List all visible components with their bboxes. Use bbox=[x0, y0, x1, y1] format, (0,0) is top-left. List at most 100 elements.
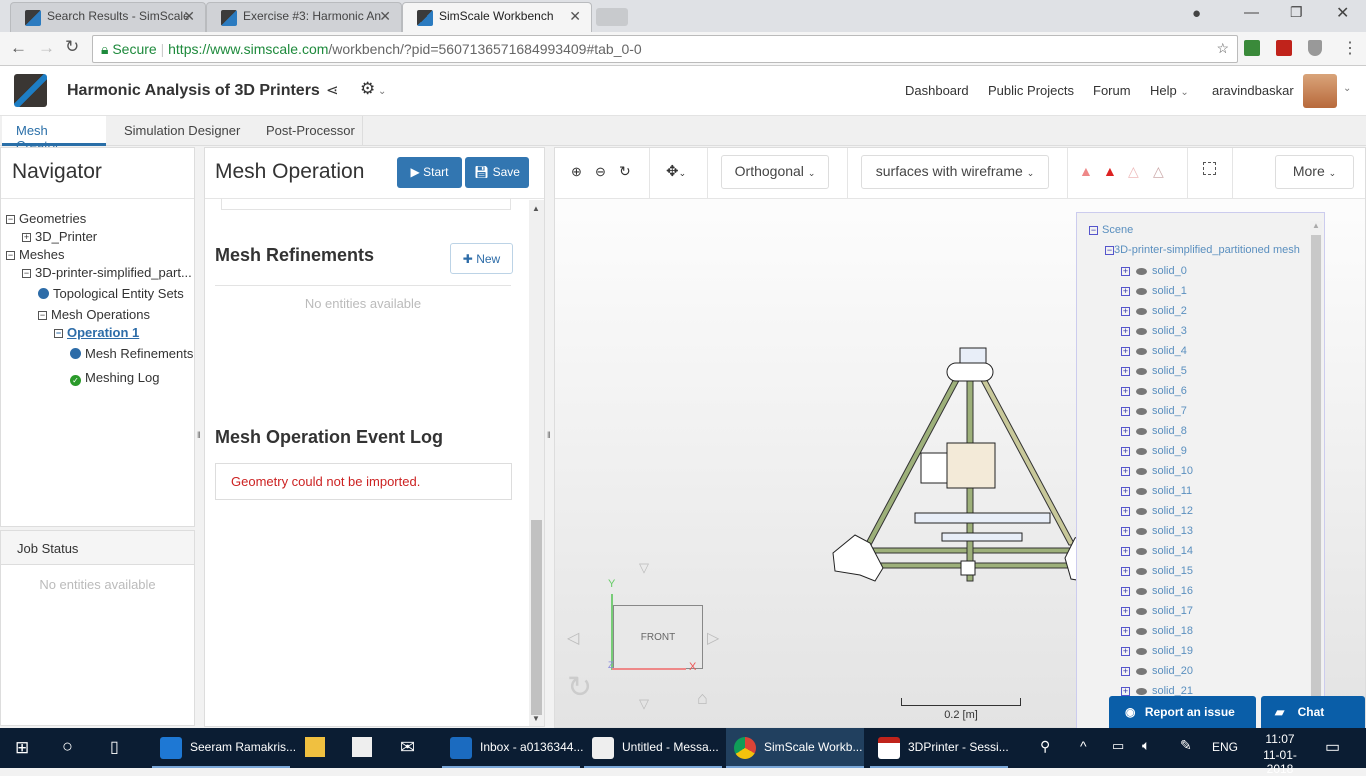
close-tab-icon[interactable]: ✕ bbox=[379, 8, 391, 25]
expand-icon[interactable]: + bbox=[1121, 606, 1130, 616]
resize-handle[interactable]: ‖ bbox=[197, 430, 201, 440]
visibility-eye-icon[interactable] bbox=[1136, 487, 1147, 495]
rotate-down-icon[interactable]: ▽ bbox=[639, 696, 649, 712]
scene-solid-item[interactable]: + solid_13 bbox=[1121, 525, 1193, 537]
user-name[interactable]: aravindbaskar bbox=[1212, 83, 1294, 98]
visibility-eye-icon[interactable] bbox=[1136, 327, 1147, 335]
expand-icon[interactable]: + bbox=[1121, 426, 1130, 436]
scene-solid-item[interactable]: + solid_16 bbox=[1121, 585, 1193, 597]
task-view-icon[interactable]: ▯ bbox=[110, 737, 119, 757]
close-window-button[interactable]: ✕ bbox=[1336, 3, 1349, 23]
language-indicator[interactable]: ENG bbox=[1212, 740, 1238, 754]
report-issue-button[interactable]: ◉ Report an issue bbox=[1109, 696, 1256, 728]
select-face-icon[interactable]: ▲ bbox=[1103, 163, 1117, 179]
start-windows-icon[interactable]: ⊞ bbox=[15, 738, 29, 758]
url-input[interactable]: 🔒︎ Secure | https://www.simscale.com/wor… bbox=[92, 35, 1238, 63]
tree-meshing-log[interactable]: ✓ Meshing Log bbox=[70, 370, 159, 386]
tree-geometries[interactable]: − Geometries bbox=[6, 211, 86, 226]
browser-menu-icon[interactable]: ⋮ bbox=[1342, 38, 1358, 58]
scene-solid-item[interactable]: + solid_4 bbox=[1121, 345, 1187, 357]
rotate-up-icon[interactable]: ▽ bbox=[639, 560, 649, 576]
expand-icon[interactable]: + bbox=[1121, 566, 1130, 576]
new-tab-button[interactable] bbox=[596, 8, 628, 26]
scene-solid-item[interactable]: + solid_17 bbox=[1121, 605, 1193, 617]
mail-icon[interactable]: ✉ bbox=[400, 737, 415, 758]
scene-solid-item[interactable]: + solid_12 bbox=[1121, 505, 1193, 517]
expand-icon[interactable]: + bbox=[1121, 526, 1130, 536]
scene-solid-item[interactable]: + solid_9 bbox=[1121, 445, 1187, 457]
scene-solid-item[interactable]: + solid_5 bbox=[1121, 365, 1187, 377]
pan-move-icon[interactable]: ✥⌄ bbox=[666, 162, 686, 180]
expand-icon[interactable]: + bbox=[1121, 466, 1130, 476]
box-select-icon[interactable] bbox=[1203, 162, 1216, 175]
visibility-eye-icon[interactable] bbox=[1136, 347, 1147, 355]
clock[interactable]: 11:07 11-01-2018 bbox=[1250, 732, 1310, 776]
profile-icon[interactable]: ● bbox=[1192, 5, 1201, 22]
select-node-icon[interactable]: △ bbox=[1153, 163, 1164, 180]
browser-tab[interactable]: Search Results - SimScale ✕ bbox=[10, 2, 206, 32]
visibility-eye-icon[interactable] bbox=[1136, 447, 1147, 455]
select-edge-icon[interactable]: △ bbox=[1128, 163, 1139, 180]
forward-icon[interactable]: → bbox=[38, 38, 55, 58]
visibility-eye-icon[interactable] bbox=[1136, 527, 1147, 535]
3d-printer-model[interactable] bbox=[825, 343, 1095, 583]
visibility-eye-icon[interactable] bbox=[1136, 687, 1147, 695]
visibility-eye-icon[interactable] bbox=[1136, 367, 1147, 375]
visibility-eye-icon[interactable] bbox=[1136, 467, 1147, 475]
collapse-icon[interactable]: − bbox=[22, 269, 31, 279]
resize-handle[interactable]: ‖ bbox=[547, 430, 551, 440]
browser-tab[interactable]: Exercise #3: Harmonic An ✕ bbox=[206, 2, 402, 32]
scene-solid-item[interactable]: + solid_0 bbox=[1121, 265, 1187, 277]
tree-3d-printer[interactable]: +3D_Printer bbox=[22, 229, 97, 244]
expand-icon[interactable]: + bbox=[1121, 586, 1130, 596]
scene-solid-item[interactable]: + solid_18 bbox=[1121, 625, 1193, 637]
volume-icon[interactable]: 🔈︎ bbox=[1142, 737, 1150, 754]
visibility-eye-icon[interactable] bbox=[1136, 387, 1147, 395]
visibility-eye-icon[interactable] bbox=[1136, 547, 1147, 555]
visibility-eye-icon[interactable] bbox=[1136, 607, 1147, 615]
tab-simulation-designer[interactable]: Simulation Designer bbox=[110, 116, 254, 146]
tree-mesh[interactable]: −3D-printer-simplified_part... bbox=[22, 265, 192, 280]
tab-mesh-creator[interactable]: Mesh Creator bbox=[2, 116, 106, 153]
extension-icon[interactable] bbox=[1244, 40, 1260, 56]
tray-chevron-icon[interactable]: ^ bbox=[1080, 738, 1087, 754]
user-menu-chevron-icon[interactable]: ⌄ bbox=[1343, 83, 1351, 94]
battery-icon[interactable]: ▭ bbox=[1112, 738, 1124, 754]
scene-solid-item[interactable]: + solid_1 bbox=[1121, 285, 1187, 297]
expand-icon[interactable]: + bbox=[22, 233, 31, 243]
tab-post-processor[interactable]: Post-Processor bbox=[252, 116, 369, 146]
visibility-eye-icon[interactable] bbox=[1136, 567, 1147, 575]
visibility-eye-icon[interactable] bbox=[1136, 427, 1147, 435]
scene-solid-item[interactable]: + solid_8 bbox=[1121, 425, 1187, 437]
scene-solid-item[interactable]: + solid_19 bbox=[1121, 645, 1193, 657]
visibility-eye-icon[interactable] bbox=[1136, 507, 1147, 515]
expand-icon[interactable]: + bbox=[1121, 686, 1130, 696]
scene-solid-item[interactable]: + solid_2 bbox=[1121, 305, 1187, 317]
expand-icon[interactable]: + bbox=[1121, 386, 1130, 396]
home-view-icon[interactable]: ⌂ bbox=[697, 688, 708, 709]
taskbar-acrobat[interactable]: 3DPrinter - Sessi... bbox=[870, 728, 1009, 768]
expand-icon[interactable]: + bbox=[1121, 446, 1130, 456]
scene-solid-item[interactable]: + solid_3 bbox=[1121, 325, 1187, 337]
gear-icon[interactable]: ⚙ ⌄ bbox=[360, 79, 386, 99]
visibility-eye-icon[interactable] bbox=[1136, 667, 1147, 675]
tree-topological-entity-sets[interactable]: Topological Entity Sets bbox=[38, 286, 184, 301]
shield-extension-icon[interactable] bbox=[1308, 40, 1322, 56]
tree-meshes[interactable]: − Meshes bbox=[6, 247, 65, 262]
expand-icon[interactable]: + bbox=[1121, 366, 1130, 376]
simscale-logo[interactable] bbox=[14, 74, 47, 107]
collapse-icon[interactable]: − bbox=[38, 311, 47, 321]
zoom-out-icon[interactable]: ⊖ bbox=[595, 164, 606, 180]
expand-icon[interactable]: + bbox=[1121, 346, 1130, 356]
expand-icon[interactable]: + bbox=[1121, 666, 1130, 676]
visibility-eye-icon[interactable] bbox=[1136, 627, 1147, 635]
nav-help[interactable]: Help ⌄ bbox=[1150, 83, 1189, 98]
nav-dashboard[interactable]: Dashboard bbox=[905, 83, 969, 98]
reset-view-icon[interactable]: ↻ bbox=[619, 163, 631, 180]
save-button[interactable]: 💾︎ Save bbox=[465, 157, 529, 188]
rotate-left-icon[interactable]: ◁ bbox=[567, 628, 579, 648]
render-mode-dropdown[interactable]: surfaces with wireframe ⌄ bbox=[861, 155, 1049, 189]
pen-icon[interactable]: ✎ bbox=[1180, 737, 1192, 754]
pdf-extension-icon[interactable] bbox=[1276, 40, 1292, 56]
expand-icon[interactable]: + bbox=[1121, 486, 1130, 496]
